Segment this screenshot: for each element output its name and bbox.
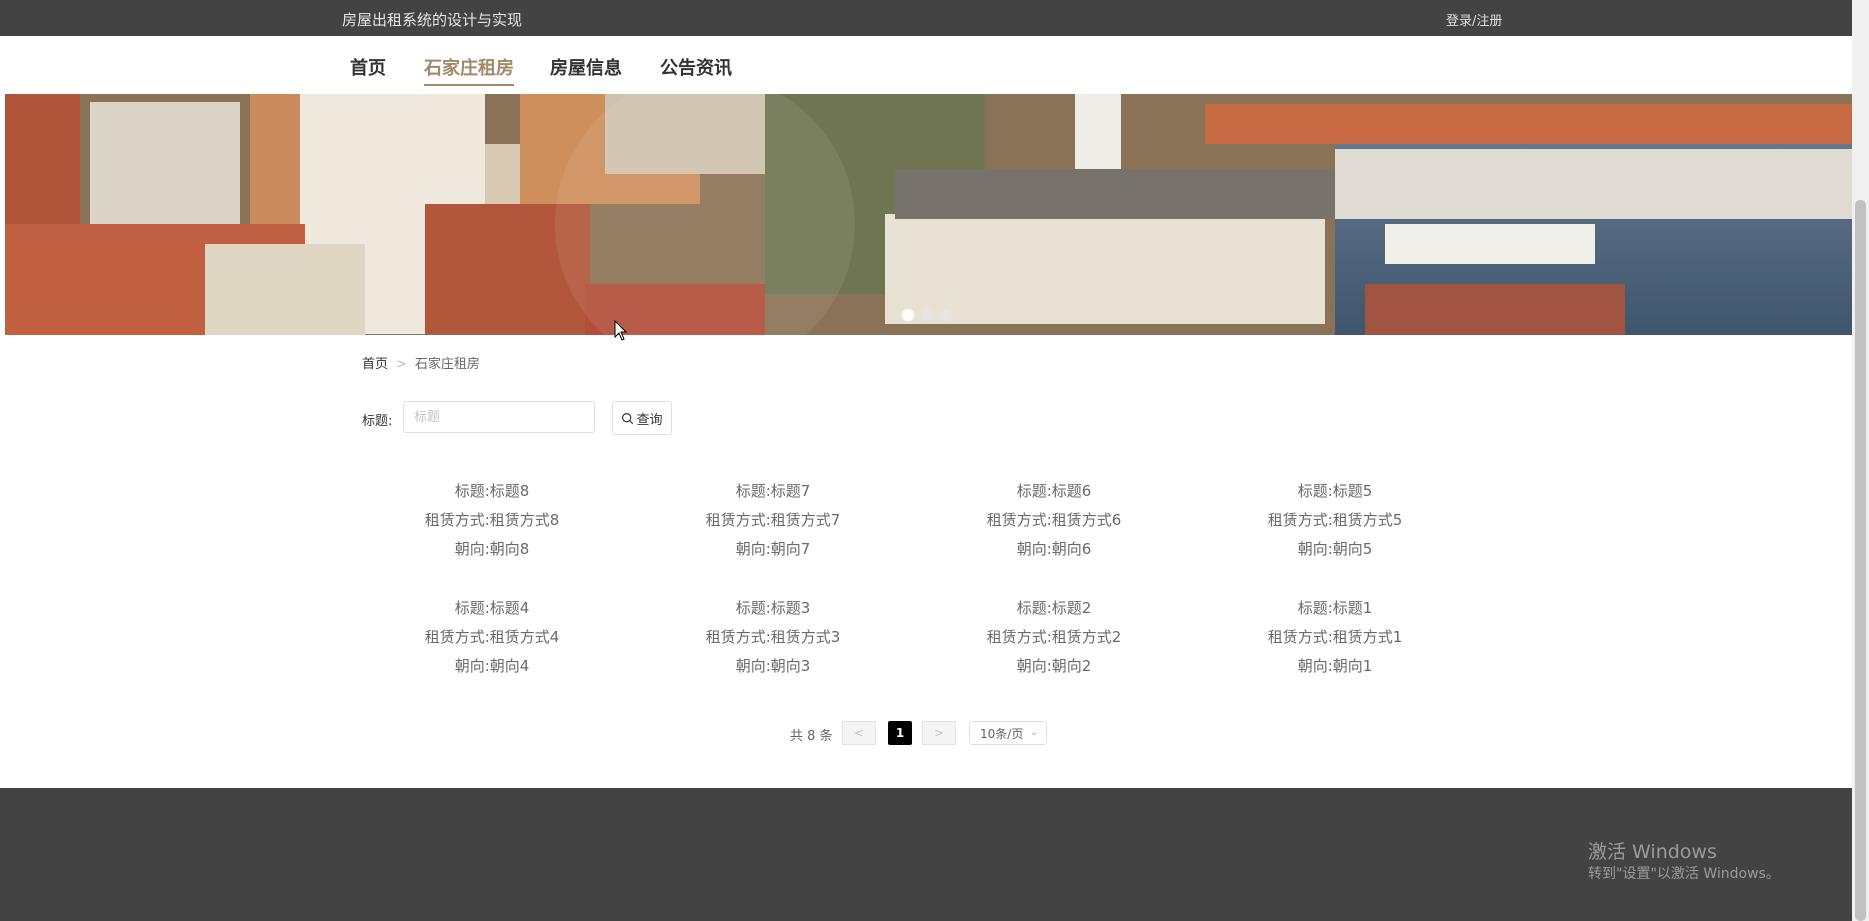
main-nav: 首页 石家庄租房 房屋信息 公告资讯 [0,36,1852,94]
house-card-rent: 租赁方式:租赁方式1 [1267,628,1403,646]
windows-activation-subtitle: 转到"设置"以激活 Windows。 [1588,866,1780,882]
house-card[interactable]: 标题:标题7 租赁方式:租赁方式7 朝向:朝向7 [663,477,883,564]
pagination: 共 8 条 < 1 > 10条/页 ⌄ [0,721,1852,747]
next-page-button[interactable]: > [922,721,956,745]
house-card-rent: 租赁方式:租赁方式8 [424,511,560,529]
house-card-title: 标题:标题4 [454,599,530,617]
house-card-title: 标题:标题1 [1297,599,1373,617]
top-bar: 房屋出租系统的设计与实现 登录/注册 [0,0,1852,36]
prev-page-button[interactable]: < [842,721,876,745]
house-card-title: 标题:标题8 [454,482,530,500]
city-skyline-image [5,94,1852,335]
page-size-select[interactable]: 10条/页 ⌄ [969,721,1047,745]
house-card-orientation: 朝向:朝向2 [1016,657,1092,675]
house-card[interactable]: 标题:标题8 租赁方式:租赁方式8 朝向:朝向8 [382,477,602,564]
search-icon [622,412,634,424]
nav-item-house-info[interactable]: 房屋信息 [550,54,622,84]
house-card-title: 标题:标题3 [735,599,811,617]
search-button-label: 查询 [636,412,663,428]
house-card-title: 标题:标题7 [735,482,811,500]
house-card-orientation: 朝向:朝向8 [454,540,530,558]
carousel-dot-2[interactable] [921,309,933,321]
nav-item-home[interactable]: 首页 [350,54,386,84]
site-title: 房屋出租系统的设计与实现 [342,11,523,29]
house-card-orientation: 朝向:朝向3 [735,657,811,675]
house-card[interactable]: 标题:标题2 租赁方式:租赁方式2 朝向:朝向2 [944,594,1164,681]
house-card[interactable]: 标题:标题6 租赁方式:租赁方式6 朝向:朝向6 [944,477,1164,564]
house-card[interactable]: 标题:标题5 租赁方式:租赁方式5 朝向:朝向5 [1225,477,1445,564]
house-card-title: 标题:标题5 [1297,482,1373,500]
search-label: 标题: [362,414,393,429]
house-card[interactable]: 标题:标题4 租赁方式:租赁方式4 朝向:朝向4 [382,594,602,681]
house-card-rent: 租赁方式:租赁方式7 [705,511,841,529]
breadcrumb-current: 石家庄租房 [414,357,480,372]
login-register-link[interactable]: 登录/注册 [1446,10,1502,29]
house-card-rent: 租赁方式:租赁方式4 [424,628,560,646]
footer [0,788,1852,921]
house-card-rent: 租赁方式:租赁方式2 [986,628,1122,646]
carousel-dot-1[interactable] [902,309,914,321]
house-card-title: 标题:标题2 [1016,599,1092,617]
page-number-1[interactable]: 1 [888,721,912,745]
house-card-orientation: 朝向:朝向4 [454,657,530,675]
scrollbar-thumb[interactable] [1855,200,1866,921]
house-card-orientation: 朝向:朝向7 [735,540,811,558]
nav-item-shijiazhuang-rent[interactable]: 石家庄租房 [424,54,514,86]
house-card-rent: 租赁方式:租赁方式6 [986,511,1122,529]
nav-item-announcements[interactable]: 公告资讯 [660,54,732,84]
pagination-total: 共 8 条 [790,729,833,744]
house-card-rent: 租赁方式:租赁方式5 [1267,511,1403,529]
carousel-banner[interactable] [5,94,1852,335]
windows-activation-title: 激活 Windows [1588,841,1717,863]
house-card[interactable]: 标题:标题1 租赁方式:租赁方式1 朝向:朝向1 [1225,594,1445,681]
carousel-dot-3[interactable] [940,309,952,321]
page-size-value: 10条/页 [980,726,1024,741]
search-button[interactable]: 查询 [612,401,672,435]
house-card-title: 标题:标题6 [1016,482,1092,500]
house-card-orientation: 朝向:朝向1 [1297,657,1373,675]
title-search-input[interactable] [403,401,595,433]
house-card-orientation: 朝向:朝向6 [1016,540,1092,558]
breadcrumb-home[interactable]: 首页 [362,357,388,372]
house-card-rent: 租赁方式:租赁方式3 [705,628,841,646]
chevron-down-icon: ⌄ [1029,727,1038,738]
mouse-cursor-icon [614,320,628,341]
house-card-orientation: 朝向:朝向5 [1297,540,1373,558]
breadcrumb: 首页 > 石家庄租房 [362,353,480,372]
house-card[interactable]: 标题:标题3 租赁方式:租赁方式3 朝向:朝向3 [663,594,883,681]
breadcrumb-separator: > [396,357,407,372]
